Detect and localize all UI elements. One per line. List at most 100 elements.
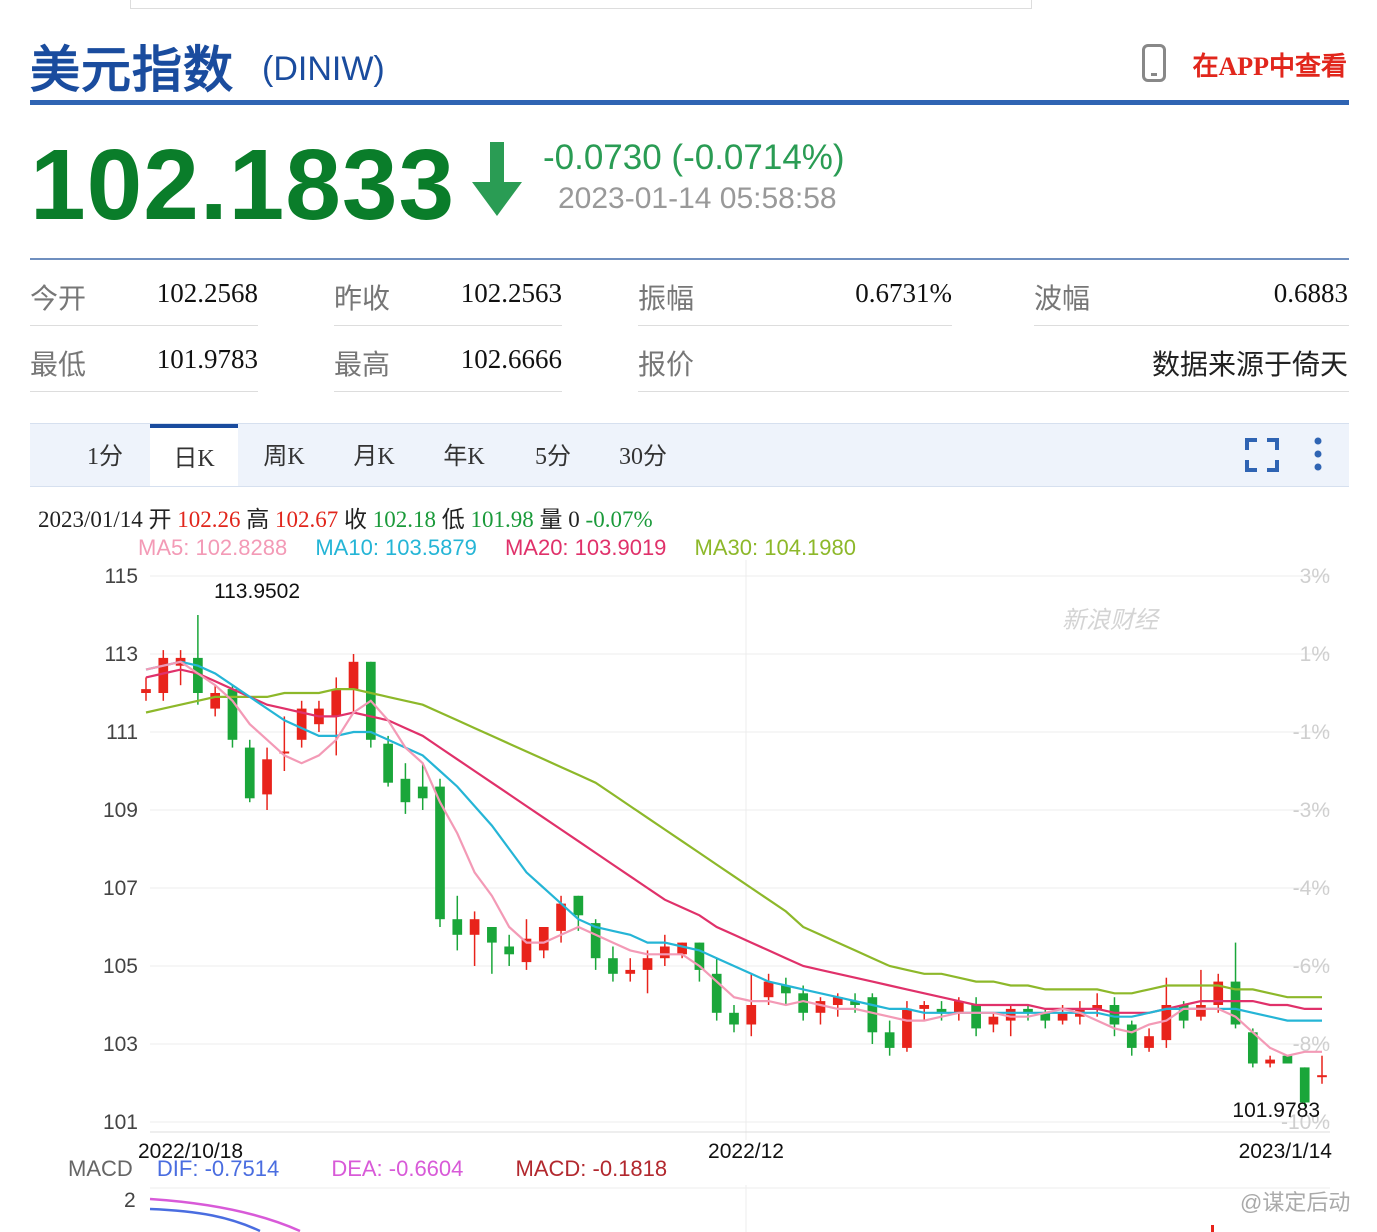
candle-body — [1109, 1005, 1120, 1025]
info-close: 102.18 — [372, 507, 437, 532]
info-high-label: 高 — [246, 507, 270, 532]
y-tick-label: 105 — [103, 955, 138, 978]
candle-body — [1265, 1059, 1275, 1064]
quote-timestamp: 2023-01-14 05:58:58 — [558, 182, 837, 215]
candle-body — [573, 895, 584, 916]
stat-divider — [334, 391, 562, 392]
candle-body — [1282, 1055, 1293, 1064]
macd-chart — [149, 1185, 1330, 1232]
stat-divider — [30, 391, 258, 392]
candle-body — [763, 981, 774, 998]
symbol-code: (DINIW) — [262, 50, 385, 88]
header-divider — [30, 100, 1349, 105]
candle-body — [798, 993, 809, 1013]
tab-monthly-k[interactable]: 月K — [338, 424, 410, 486]
high-value: 102.6666 — [460, 344, 562, 374]
candle-body — [244, 747, 255, 799]
candle-body — [504, 946, 515, 955]
candle-body — [988, 1016, 999, 1025]
candle-body — [677, 942, 687, 955]
more-options-icon[interactable] — [1310, 436, 1326, 472]
macd-dea: DEA: -0.6604 — [331, 1156, 464, 1181]
candle-body — [625, 969, 636, 974]
candlestick-chart[interactable]: 115 3%113 1%111 -1%109 -3%107 -4%105 -6%103 -8%… — [0, 560, 1377, 1180]
page-title: 美元指数 — [30, 40, 234, 99]
prev-close-label: 昨收 — [334, 282, 391, 315]
ma30-legend: MA30: 104.1980 — [694, 535, 857, 560]
open-in-app-link[interactable]: 在APP中查看 — [1192, 46, 1347, 83]
open-value: 102.2568 — [156, 278, 258, 308]
candle-body — [729, 1012, 739, 1025]
sina-watermark: 新浪财经 — [1062, 607, 1158, 634]
tab-weekly-k[interactable]: 周K — [248, 424, 320, 486]
candle-body — [1144, 1036, 1154, 1048]
macd-dea-line — [149, 1197, 301, 1232]
info-open-label: 开 — [148, 507, 172, 532]
candle-body — [331, 689, 342, 717]
y-tick-label: 115 — [105, 565, 138, 588]
x-tick-label: 2022/12 — [708, 1140, 784, 1163]
data-source: 数据来源于倚天 — [1151, 348, 1348, 381]
candle-body — [1317, 1075, 1327, 1078]
tab-1min[interactable]: 1分 — [70, 424, 140, 486]
low-value: 101.9783 — [156, 344, 258, 374]
tab-30min[interactable]: 30分 — [608, 424, 678, 486]
candle-body — [867, 997, 878, 1033]
macd-dif: DIF: -0.7514 — [156, 1156, 280, 1181]
ma-legend: MA5: 102.8288 MA10: 103.5879 MA20: 103.9… — [138, 535, 878, 561]
macd-bar — [1211, 1225, 1214, 1232]
candle-body — [487, 927, 497, 943]
candle-body — [815, 1001, 826, 1013]
candle-body — [642, 958, 653, 970]
author-watermark: @谋定后动 — [1240, 1190, 1351, 1215]
info-low: 101.98 — [470, 507, 534, 532]
search-box-remnant — [130, 0, 1032, 9]
amplitude-label: 振幅 — [638, 282, 695, 315]
prev-close-value: 102.2563 — [460, 278, 562, 308]
candle-body — [469, 919, 480, 935]
candle-body — [383, 743, 393, 783]
candle-body — [608, 958, 618, 974]
ma10-legend: MA10: 103.5879 — [315, 535, 477, 560]
candle-body — [400, 778, 411, 803]
candle-body — [262, 759, 272, 795]
tab-5min[interactable]: 5分 — [518, 424, 588, 486]
candle-body — [210, 693, 221, 709]
min-price-label: 101.9783 — [1232, 1099, 1320, 1122]
price-change: -0.0730 (-0.0714%) — [543, 138, 845, 177]
amplitude-value: 0.6731% — [855, 278, 952, 308]
candle-body — [1247, 1032, 1258, 1064]
info-pct: -0.07% — [585, 507, 653, 532]
info-close-label: 收 — [344, 507, 368, 532]
stat-divider — [638, 325, 952, 326]
y-tick-label: 111 — [106, 721, 138, 744]
candle-body — [417, 786, 428, 799]
candle-body — [919, 1005, 930, 1009]
quote-divider — [30, 258, 1349, 260]
candle-body — [971, 1005, 981, 1029]
wave-label: 波幅 — [1034, 282, 1091, 315]
info-vol: 0 — [568, 507, 580, 532]
tab-daily-k[interactable]: 日K — [150, 424, 238, 486]
candle-body — [659, 946, 670, 959]
candle-info: 2023/01/14 开 102.26 高 102.67 收 102.18 低 … — [38, 500, 653, 534]
ma5-legend: MA5: 102.8288 — [138, 535, 288, 560]
pct-tick-label: -4% — [1293, 877, 1330, 900]
candle-body — [452, 919, 463, 935]
fullscreen-icon[interactable] — [1245, 438, 1279, 472]
pct-tick-label: -1% — [1293, 721, 1330, 744]
quote-label: 报价 — [638, 348, 695, 381]
pct-tick-label: -6% — [1293, 955, 1330, 978]
stat-divider — [30, 325, 258, 326]
candle-body — [538, 927, 549, 951]
candle-body — [902, 1008, 912, 1048]
info-high: 102.67 — [275, 507, 339, 532]
pct-tick-label: 1% — [1300, 643, 1330, 666]
tab-yearly-k[interactable]: 年K — [428, 424, 500, 486]
y-tick-label: 103 — [103, 1033, 138, 1056]
macd-legend: MACD DIF: -0.7514 DEA: -0.6604 MACD: -0.… — [68, 1156, 713, 1182]
mobile-phone-icon[interactable] — [1142, 44, 1166, 82]
info-low-label: 低 — [441, 507, 465, 532]
pct-tick-label: 3% — [1300, 565, 1330, 588]
y-tick-label: 107 — [103, 877, 138, 900]
